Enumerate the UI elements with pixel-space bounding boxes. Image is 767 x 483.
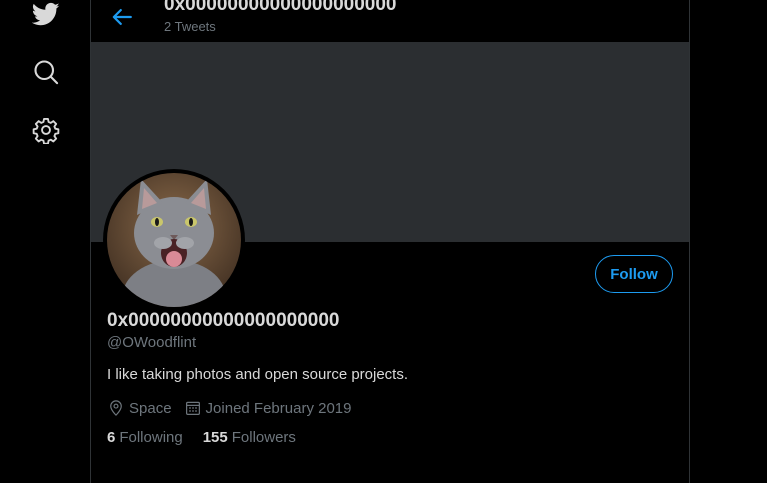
- joined-item: Joined February 2019: [184, 399, 352, 417]
- profile-header: 0x00000000000000000000 2 Tweets: [91, 0, 689, 42]
- profile-column: 0x00000000000000000000 2 Tweets Follow 0…: [90, 0, 690, 483]
- sidebar-nav: [0, 0, 90, 483]
- follow-counts: 6 Following 155 Followers: [107, 429, 316, 446]
- profile-bio: I like taking photos and open source pro…: [107, 366, 409, 383]
- followers-link[interactable]: 155 Followers: [203, 429, 296, 446]
- followers-label: Followers: [231, 429, 296, 446]
- gear-icon[interactable]: [32, 116, 60, 144]
- follow-button[interactable]: Follow: [595, 255, 673, 293]
- back-button[interactable]: [107, 2, 137, 32]
- followers-count: 155: [202, 429, 228, 446]
- twitter-bird-icon[interactable]: [32, 0, 60, 28]
- calendar-icon: [185, 401, 200, 415]
- avatar[interactable]: [103, 169, 245, 311]
- app: 0x00000000000000000000 2 Tweets Follow 0…: [0, 0, 767, 483]
- tweet-count: 2 Tweets: [164, 19, 216, 34]
- profile-name: 0x00000000000000000000: [107, 310, 340, 331]
- following-link[interactable]: 6 Following: [107, 429, 183, 446]
- search-icon[interactable]: [32, 58, 60, 86]
- following-label: Following: [119, 429, 183, 446]
- header-title: 0x00000000000000000000: [164, 0, 397, 15]
- profile-meta: Space Joined February 2019: [107, 398, 363, 418]
- cat-avatar-image: [107, 173, 241, 307]
- location-text: Space: [129, 399, 172, 417]
- location-item: Space: [107, 399, 172, 417]
- following-count: 6: [107, 429, 116, 446]
- back-arrow-icon: [112, 9, 132, 25]
- joined-text: Joined February 2019: [205, 399, 352, 417]
- profile-handle: @OWoodflint: [107, 334, 197, 351]
- location-pin-icon: [110, 400, 122, 416]
